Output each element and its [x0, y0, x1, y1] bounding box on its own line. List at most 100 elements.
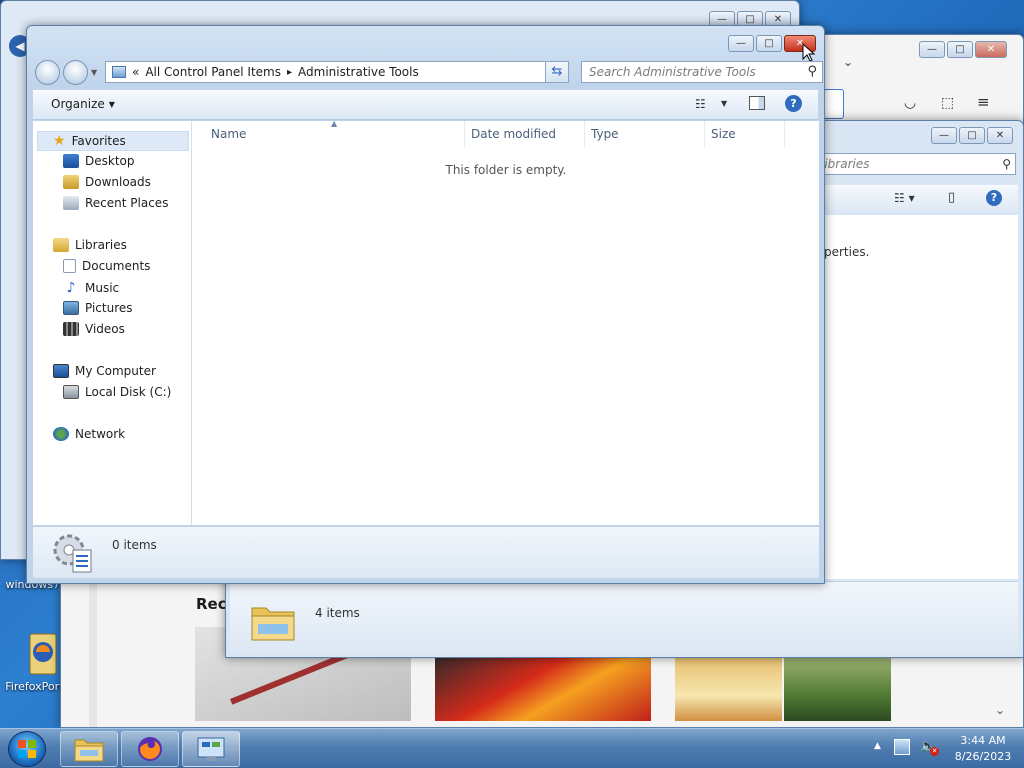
more-options-dropdown-icon[interactable]: ▼ — [721, 99, 727, 108]
recent-pages-dropdown-icon[interactable]: ▼ — [91, 68, 97, 77]
desktop-icon — [63, 154, 79, 168]
nav-favorites[interactable]: ★ Favorites — [53, 133, 126, 149]
administrative-tools-window[interactable]: — □ ✕ ▼ « All Control Panel Items ▸ Admi… — [26, 25, 825, 584]
show-hidden-icons-button[interactable]: ▲ — [874, 741, 881, 751]
nav-libraries-label: Libraries — [75, 238, 127, 252]
nav-desktop-label: Desktop — [85, 154, 135, 168]
nav-music[interactable]: ♪ Music — [63, 280, 120, 296]
breadcrumb-separator-icon[interactable]: ▸ — [287, 67, 292, 78]
breadcrumb-administrative-tools[interactable]: Administrative Tools — [298, 65, 419, 79]
browser-close-button[interactable]: ✕ — [975, 41, 1007, 58]
column-header-type[interactable]: Type — [585, 121, 705, 147]
nav-downloads[interactable]: Downloads — [63, 175, 151, 189]
column-header-date-modified[interactable]: Date modified — [465, 121, 585, 147]
documents-icon — [63, 259, 76, 273]
forward-button[interactable] — [63, 60, 88, 85]
refresh-button[interactable]: ⇆ — [545, 61, 569, 83]
nav-pictures-label: Pictures — [85, 301, 133, 315]
firefox-portable-icon — [29, 633, 57, 675]
nav-videos[interactable]: Videos — [63, 322, 125, 336]
status-item-count: 0 items — [112, 538, 157, 552]
organize-label: Organize — [51, 97, 105, 111]
nav-network-label: Network — [75, 427, 126, 441]
back-button[interactable] — [35, 60, 60, 85]
videos-icon — [63, 322, 79, 336]
help-icon[interactable]: ? — [785, 95, 802, 112]
firefox-icon — [138, 737, 162, 761]
navigation-pane: ★ Favorites Desktop Downloads Recent Pla… — [33, 121, 192, 525]
browser-pocket-icon[interactable]: ◡ — [904, 95, 916, 111]
column-header-type-label: Type — [591, 127, 619, 141]
browser-tab-list-chevron-icon[interactable]: ⌄ — [843, 55, 853, 69]
computer-icon — [53, 364, 69, 378]
content-area: ★ Favorites Desktop Downloads Recent Pla… — [33, 119, 819, 525]
recent-places-icon — [63, 196, 79, 210]
search-input[interactable]: Search Administrative Tools ⚲ — [581, 61, 823, 83]
clock-date: 8/26/2023 — [954, 750, 1012, 763]
column-header-size-label: Size — [711, 127, 736, 141]
thumbnail-3[interactable] — [675, 658, 782, 721]
music-icon: ♪ — [66, 280, 76, 296]
libraries-details-pane: 4 items — [230, 581, 1018, 653]
libraries-info-text: perties. — [824, 245, 870, 259]
network-tray-icon[interactable] — [894, 739, 910, 755]
minimize-button[interactable]: — — [728, 35, 754, 52]
libraries-preview-pane-icon[interactable]: ▯ — [948, 190, 955, 205]
nav-music-label: Music — [85, 281, 120, 295]
browser-scroll-down-icon[interactable]: ⌄ — [995, 703, 1005, 717]
column-header-size[interactable]: Size — [705, 121, 785, 147]
libraries-minimize-button[interactable]: — — [931, 127, 957, 144]
nav-local-disk[interactable]: Local Disk (C:) — [63, 385, 171, 399]
organize-dropdown-icon: ▼ — [108, 99, 115, 109]
nav-desktop[interactable]: Desktop — [63, 154, 135, 168]
browser-section-heading: Rec — [196, 595, 227, 613]
organize-button[interactable]: Organize ▼ — [51, 97, 115, 111]
libraries-content — [822, 215, 1018, 579]
nav-recent-places[interactable]: Recent Places — [63, 196, 168, 210]
nav-pictures[interactable]: Pictures — [63, 301, 133, 315]
search-icon[interactable]: ⚲ — [807, 64, 817, 79]
command-bar: Organize ▼ ☷ ▼ ? — [33, 90, 818, 120]
column-header-name-label: Name — [211, 127, 247, 141]
browser-maximize-button[interactable]: □ — [947, 41, 973, 58]
nav-documents[interactable]: Documents — [63, 259, 150, 273]
muted-badge-icon: ✕ — [930, 747, 939, 756]
taskbar-explorer-button[interactable] — [60, 731, 118, 767]
control-panel-taskbar-icon — [197, 737, 225, 761]
breadcrumb-all-control-panel-items[interactable]: All Control Panel Items — [145, 65, 281, 79]
nav-favorites-label: Favorites — [71, 134, 126, 148]
libraries-view-icon[interactable]: ☷ ▾ — [894, 191, 915, 205]
file-list[interactable]: ▲ Name Date modified Type Size This fold… — [193, 119, 819, 525]
libraries-folder-icon — [251, 607, 295, 641]
libraries-maximize-button[interactable]: □ — [959, 127, 985, 144]
nav-my-computer[interactable]: My Computer — [53, 364, 156, 378]
libraries-close-button[interactable]: ✕ — [987, 127, 1013, 144]
browser-menu-icon[interactable]: ≡ — [977, 93, 990, 111]
star-icon: ★ — [53, 133, 66, 149]
taskbar-firefox-button[interactable] — [121, 731, 179, 767]
libraries-search-input[interactable]: libraries ⚲ — [816, 153, 1016, 175]
column-header-date-label: Date modified — [471, 127, 557, 141]
windows-logo-icon — [18, 740, 36, 758]
clock[interactable]: 3:44 AM 8/26/2023 — [948, 733, 1018, 765]
hard-disk-icon — [63, 385, 79, 399]
address-field[interactable]: « All Control Panel Items ▸ Administrati… — [105, 61, 569, 83]
start-button[interactable] — [8, 731, 46, 767]
taskbar-control-panel-button[interactable] — [182, 731, 240, 767]
libraries-status-text: 4 items — [315, 606, 360, 620]
browser-minimize-button[interactable]: — — [919, 41, 945, 58]
change-view-icon[interactable]: ☷ — [695, 97, 706, 111]
nav-network[interactable]: Network — [53, 427, 125, 441]
libraries-help-icon[interactable]: ? — [986, 190, 1002, 206]
thumbnail-4[interactable] — [784, 658, 891, 721]
preview-pane-icon[interactable] — [749, 96, 765, 110]
thumbnail-2[interactable] — [435, 658, 651, 721]
libraries-search-icon: ⚲ — [1002, 157, 1011, 171]
column-header-name[interactable]: Name — [193, 121, 465, 147]
breadcrumb-prefix[interactable]: « — [132, 65, 139, 79]
maximize-button[interactable]: □ — [756, 35, 782, 52]
address-bar-row: ▼ « All Control Panel Items ▸ Administra… — [33, 56, 823, 86]
nav-libraries[interactable]: Libraries — [53, 238, 127, 252]
folder-icon — [74, 739, 104, 762]
browser-extensions-icon[interactable]: ⬚ — [941, 95, 954, 111]
